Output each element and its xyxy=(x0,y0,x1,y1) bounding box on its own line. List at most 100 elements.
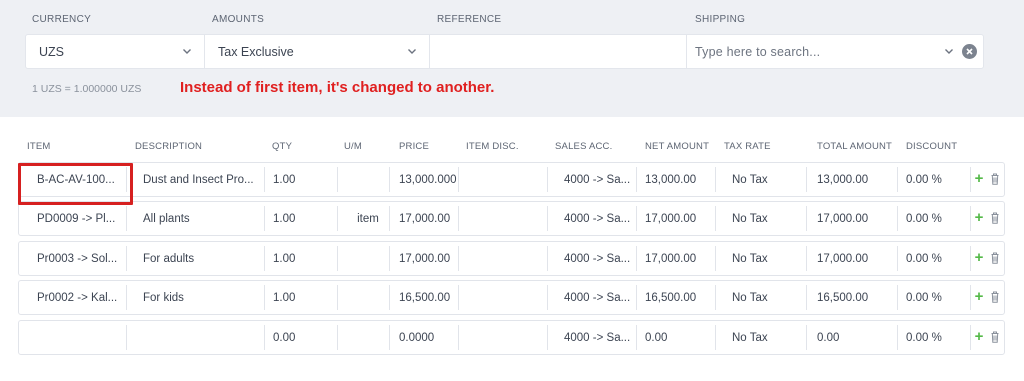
price-cell[interactable]: 17,000.00 xyxy=(399,202,458,235)
net-amount-cell[interactable]: 0.00 xyxy=(645,321,715,354)
item-disc-cell[interactable] xyxy=(461,321,547,354)
tax-rate-cell[interactable]: No Tax xyxy=(732,281,792,314)
cell-divider xyxy=(547,325,548,350)
plus-icon[interactable]: + xyxy=(973,289,985,304)
cell-divider xyxy=(636,246,637,271)
discount-cell[interactable]: 0.00 % xyxy=(906,163,966,196)
cell-divider xyxy=(806,325,807,350)
plus-icon[interactable]: + xyxy=(973,210,985,225)
trash-icon[interactable] xyxy=(989,290,1001,304)
description-cell[interactable]: Dust and Insect Pro... xyxy=(143,163,264,196)
table-row: PD0009 -> Pl... All plants 1.00 item 17,000.… xyxy=(18,201,1005,236)
item-disc-cell[interactable] xyxy=(461,242,547,275)
tax-rate-cell[interactable]: No Tax xyxy=(732,242,792,275)
cell-divider xyxy=(897,325,898,350)
net-amount-cell[interactable]: 17,000.00 xyxy=(645,202,715,235)
chevron-down-icon[interactable] xyxy=(181,45,193,57)
cell-divider xyxy=(806,206,807,231)
close-circle-icon[interactable] xyxy=(962,44,977,59)
item-disc-cell[interactable] xyxy=(461,163,547,196)
um-cell[interactable]: item xyxy=(338,202,398,235)
um-cell[interactable] xyxy=(338,163,398,196)
item-cell[interactable]: Pr0003 -> Sol... xyxy=(37,242,132,275)
total-amount-cell[interactable]: 17,000.00 xyxy=(817,202,887,235)
tax-rate-cell[interactable]: No Tax xyxy=(732,202,792,235)
description-cell[interactable] xyxy=(143,321,264,354)
sales-acc-cell[interactable]: 4000 -> Sa... xyxy=(564,281,630,314)
cell-divider xyxy=(715,206,716,231)
description-cell[interactable]: For adults xyxy=(143,242,264,275)
discount-cell[interactable]: 0.00 % xyxy=(906,242,966,275)
cell-divider xyxy=(897,246,898,271)
price-cell[interactable]: 0.0000 xyxy=(399,321,458,354)
price-cell[interactable]: 13,000.000 xyxy=(399,163,458,196)
trash-icon[interactable] xyxy=(989,330,1001,344)
item-disc-cell[interactable] xyxy=(461,281,547,314)
reference-input[interactable] xyxy=(430,35,687,68)
cell-divider xyxy=(264,325,265,350)
currency-select[interactable]: UZS xyxy=(26,35,205,68)
cell-divider xyxy=(547,246,548,271)
plus-icon[interactable]: + xyxy=(973,329,985,344)
table-row: 0.00 0.0000 4000 -> Sa... 0.00 No Tax 0.00 0.0… xyxy=(18,320,1005,355)
price-cell[interactable]: 16,500.00 xyxy=(399,281,458,314)
um-cell[interactable] xyxy=(338,242,398,275)
cell-divider xyxy=(636,325,637,350)
item-disc-cell[interactable] xyxy=(461,202,547,235)
item-cell[interactable]: B-AC-AV-100... xyxy=(37,163,132,196)
sales-acc-cell[interactable]: 4000 -> Sa... xyxy=(564,242,630,275)
cell-divider xyxy=(970,246,971,271)
item-cell[interactable]: Pr0002 -> Kal... xyxy=(37,281,132,314)
exchange-rate-text: 1 UZS = 1.000000 UZS xyxy=(32,83,142,95)
item-cell[interactable] xyxy=(37,321,132,354)
um-cell[interactable] xyxy=(338,281,398,314)
discount-cell[interactable]: 0.00 % xyxy=(906,281,966,314)
total-amount-cell[interactable]: 17,000.00 xyxy=(817,242,887,275)
total-amount-cell[interactable]: 16,500.00 xyxy=(817,281,887,314)
tax-rate-cell[interactable]: No Tax xyxy=(732,163,792,196)
net-amount-cell[interactable]: 13,000.00 xyxy=(645,163,715,196)
item-cell[interactable]: PD0009 -> Pl... xyxy=(37,202,132,235)
net-amount-cell[interactable]: 17,000.00 xyxy=(645,242,715,275)
total-amount-cell[interactable]: 13,000.00 xyxy=(817,163,887,196)
amounts-select-value: Tax Exclusive xyxy=(218,44,294,59)
sales-acc-cell[interactable]: 4000 -> Sa... xyxy=(564,202,630,235)
description-cell[interactable]: For kids xyxy=(143,281,264,314)
chevron-down-icon[interactable] xyxy=(943,45,955,57)
cell-divider xyxy=(636,167,637,192)
trash-icon[interactable] xyxy=(989,211,1001,225)
discount-cell[interactable]: 0.00 % xyxy=(906,321,966,354)
qty-cell[interactable]: 1.00 xyxy=(273,242,333,275)
price-cell[interactable]: 17,000.00 xyxy=(399,242,458,275)
description-cell[interactable]: All plants xyxy=(143,202,264,235)
amounts-select[interactable]: Tax Exclusive xyxy=(205,35,430,68)
document-header-section: CURRENCY AMOUNTS REFERENCE SHIPPING UZS … xyxy=(0,0,1024,117)
qty-cell[interactable]: 1.00 xyxy=(273,202,333,235)
qty-cell[interactable]: 1.00 xyxy=(273,163,333,196)
qty-cell[interactable]: 1.00 xyxy=(273,281,333,314)
cell-divider xyxy=(806,285,807,310)
tax-rate-cell[interactable]: No Tax xyxy=(732,321,792,354)
trash-icon[interactable] xyxy=(989,251,1001,265)
cell-divider xyxy=(458,325,459,350)
annotation-note: Instead of first item, it's changed to a… xyxy=(180,79,495,96)
trash-icon[interactable] xyxy=(989,172,1001,186)
cell-divider xyxy=(547,167,548,192)
cell-divider xyxy=(264,167,265,192)
plus-icon[interactable]: + xyxy=(973,250,985,265)
total-amount-cell[interactable]: 0.00 xyxy=(817,321,887,354)
sales-acc-cell[interactable]: 4000 -> Sa... xyxy=(564,321,630,354)
cell-divider xyxy=(970,285,971,310)
column-header-total-amount: TOTAL AMOUNT xyxy=(817,141,893,152)
column-header-qty: QTY xyxy=(272,141,293,152)
shipping-search-input[interactable]: Type here to search... xyxy=(687,35,983,68)
sales-acc-cell[interactable]: 4000 -> Sa... xyxy=(564,163,630,196)
qty-cell[interactable]: 0.00 xyxy=(273,321,333,354)
discount-cell[interactable]: 0.00 % xyxy=(906,202,966,235)
currency-label: CURRENCY xyxy=(32,14,92,25)
plus-icon[interactable]: + xyxy=(973,171,985,186)
cell-divider xyxy=(897,206,898,231)
um-cell[interactable] xyxy=(338,321,398,354)
net-amount-cell[interactable]: 16,500.00 xyxy=(645,281,715,314)
chevron-down-icon[interactable] xyxy=(406,45,418,57)
